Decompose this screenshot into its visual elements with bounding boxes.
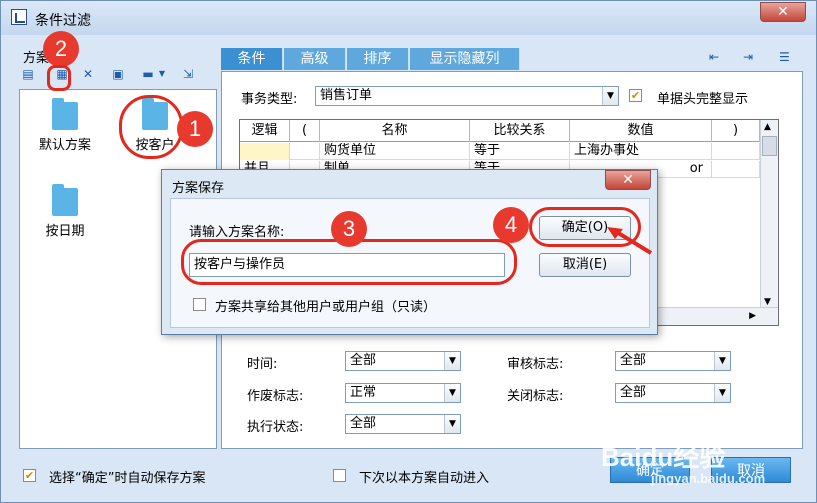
filter-window: 条件过滤 ✕ 方案 ▤ ▦ ✕ ▣ ▬ ▼ ⇲ 默认方案 按客户 按日期 条件 … — [0, 0, 817, 503]
business-type-select[interactable]: 销售订单 ▼ — [315, 86, 619, 106]
clear-icon[interactable]: ▣ — [111, 67, 125, 81]
col-lparen[interactable]: ( — [290, 120, 320, 142]
cell-relation[interactable]: 等于 — [470, 143, 570, 160]
folder-icon — [52, 184, 78, 216]
annotation-ring-2 — [47, 65, 71, 91]
tab-show-hide-columns[interactable]: 显示隐藏列 — [410, 48, 520, 70]
auto-enter-checkbox[interactable]: ✔ — [333, 469, 346, 482]
app-icon — [11, 9, 27, 25]
cell-value[interactable]: 上海办事处 — [570, 143, 712, 160]
close-flag-label: 关闭标志: — [507, 389, 564, 404]
col-value[interactable]: 数值 — [570, 120, 712, 142]
menu-dropdown-icon[interactable]: ▼ — [155, 67, 169, 81]
cell-rparen[interactable] — [712, 143, 760, 160]
close-flag-select[interactable]: 全部 ▼ — [615, 383, 731, 403]
time-label: 时间: — [247, 357, 278, 372]
tab-conditions[interactable]: 条件 — [221, 48, 283, 70]
chevron-down-icon[interactable]: ▼ — [444, 415, 460, 433]
title-bar: 条件过滤 ✕ — [1, 1, 816, 35]
exec-status-value: 全部 — [350, 416, 377, 431]
scheme-item-date[interactable]: 按日期 — [20, 184, 110, 239]
scroll-up-icon[interactable]: ▲ — [764, 122, 771, 132]
delete-row-icon[interactable]: ☰ — [779, 50, 790, 64]
cell-rparen[interactable] — [712, 161, 760, 178]
export-icon[interactable]: ⇲ — [181, 67, 195, 81]
scheme-item-default[interactable]: 默认方案 — [20, 98, 110, 153]
full-header-label: 单据头完整显示 — [657, 92, 749, 107]
scheme-name-prompt: 请输入方案名称: — [189, 225, 285, 240]
void-select[interactable]: 正常 ▼ — [345, 383, 461, 403]
save-icon[interactable]: ▤ — [21, 67, 35, 81]
scroll-down-icon[interactable]: ▼ — [764, 297, 771, 307]
share-checkbox[interactable]: ✔ — [193, 298, 206, 311]
close-flag-value: 全部 — [620, 385, 647, 400]
audit-select[interactable]: 全部 ▼ — [615, 351, 731, 371]
annotation-arrow-icon — [607, 227, 653, 255]
exec-status-label: 执行状态: — [247, 420, 304, 435]
chevron-down-icon[interactable]: ▼ — [714, 352, 730, 370]
scheme-item-label: 默认方案 — [38, 138, 91, 153]
void-value: 正常 — [350, 385, 377, 400]
auto-enter-label: 下次以本方案自动进入 — [359, 471, 490, 486]
audit-value: 全部 — [620, 353, 647, 368]
col-logic[interactable]: 逻辑 — [240, 120, 290, 142]
watermark-url: jingyan.baidu.com — [651, 471, 766, 486]
time-select[interactable]: 全部 ▼ — [345, 351, 461, 371]
grid-vertical-scrollbar[interactable]: ▲ ▼ — [760, 120, 778, 309]
annotation-badge-3: 3 — [331, 211, 367, 247]
exec-status-select[interactable]: 全部 ▼ — [345, 414, 461, 434]
void-label: 作废标志: — [247, 389, 304, 404]
append-row-icon[interactable]: ⇥ — [743, 50, 753, 64]
business-type-label: 事务类型: — [241, 92, 298, 107]
menu-icon[interactable]: ▬ — [141, 67, 155, 81]
dialog-close-button[interactable]: ✕ — [605, 170, 651, 190]
col-relation[interactable]: 比较关系 — [470, 120, 570, 142]
folder-icon — [52, 98, 78, 130]
scheme-item-label: 按日期 — [45, 224, 85, 239]
auto-save-checkbox[interactable]: ✔ — [23, 469, 36, 482]
tab-sort[interactable]: 排序 — [347, 48, 409, 70]
share-label: 方案共享给其他用户或用户组（只读） — [215, 300, 437, 315]
window-title: 条件过滤 — [35, 13, 91, 29]
auto-save-label: 选择“确定”时自动保存方案 — [49, 471, 206, 486]
insert-row-icon[interactable]: ⇤ — [709, 50, 719, 64]
chevron-down-icon[interactable]: ▼ — [602, 87, 618, 105]
business-type-value: 销售订单 — [320, 88, 373, 103]
chevron-down-icon[interactable]: ▼ — [444, 352, 460, 370]
tab-advanced[interactable]: 高级 — [284, 48, 346, 70]
dialog-title: 方案保存 — [172, 181, 225, 196]
delete-icon[interactable]: ✕ — [81, 67, 95, 81]
cell-logic[interactable] — [240, 143, 290, 160]
watermark-brand: Baidu经验 — [601, 442, 726, 472]
col-rparen[interactable]: ) — [712, 120, 760, 142]
annotation-badge-2: 2 — [43, 31, 79, 67]
time-value: 全部 — [350, 353, 377, 368]
grid-header: 逻辑 ( 名称 比较关系 数值 ) — [240, 120, 760, 142]
cell-name[interactable]: 购货单位 — [320, 143, 470, 160]
annotation-badge-4: 4 — [493, 207, 529, 243]
full-header-checkbox[interactable]: ✔ — [629, 89, 642, 102]
annotation-badge-1: 1 — [177, 111, 213, 147]
window-close-button[interactable]: ✕ — [760, 2, 806, 22]
annotation-ring-1 — [119, 95, 183, 159]
table-row[interactable]: 购货单位 等于 上海办事处 — [240, 143, 760, 160]
chevron-down-icon[interactable]: ▼ — [444, 384, 460, 402]
scroll-right-icon[interactable]: ▶ — [749, 311, 756, 321]
col-name[interactable]: 名称 — [320, 120, 470, 142]
scroll-thumb[interactable] — [762, 136, 777, 156]
chevron-down-icon[interactable]: ▼ — [714, 384, 730, 402]
cell-lparen[interactable] — [290, 143, 320, 160]
audit-label: 审核标志: — [507, 357, 564, 372]
